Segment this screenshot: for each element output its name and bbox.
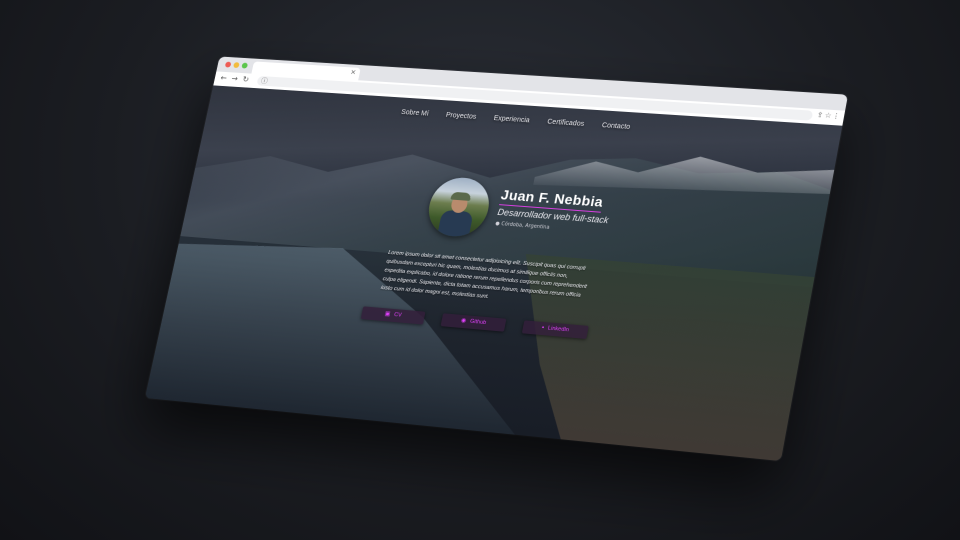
stage: × ← → ↻ ⓘ ⇪ ☆ ⋮ Sobre Mí Proyectos Exper… bbox=[0, 0, 960, 540]
linkedin-icon: ▪ bbox=[541, 324, 545, 332]
nav-item-proyectos[interactable]: Proyectos bbox=[445, 112, 477, 121]
minimize-window-button[interactable] bbox=[233, 62, 240, 69]
nav-item-contacto[interactable]: Contacto bbox=[601, 122, 630, 131]
tab-close-icon[interactable]: × bbox=[350, 68, 357, 76]
browser-window: × ← → ↻ ⓘ ⇪ ☆ ⋮ Sobre Mí Proyectos Exper… bbox=[144, 56, 849, 462]
maximize-window-button[interactable] bbox=[241, 62, 249, 69]
forward-arrow-icon[interactable]: → bbox=[231, 74, 239, 83]
nav-item-experiencia[interactable]: Experiencia bbox=[493, 115, 530, 124]
github-button[interactable]: ◉ Github bbox=[440, 313, 507, 332]
reload-icon[interactable]: ↻ bbox=[242, 75, 250, 84]
share-icon[interactable]: ⇪ bbox=[816, 111, 824, 119]
location-pin-icon: ● bbox=[494, 220, 501, 227]
back-arrow-icon[interactable]: ← bbox=[220, 74, 228, 83]
github-icon: ◉ bbox=[460, 317, 467, 325]
site-info-icon[interactable]: ⓘ bbox=[260, 76, 269, 86]
nav-item-certificados[interactable]: Certificados bbox=[547, 119, 585, 128]
menu-icon[interactable]: ⋮ bbox=[832, 112, 841, 120]
briefcase-icon: ▣ bbox=[384, 311, 391, 318]
close-window-button[interactable] bbox=[224, 61, 232, 68]
nav-item-sobre-mi[interactable]: Sobre Mí bbox=[401, 109, 430, 117]
page-content: Sobre Mí Proyectos Experiencia Certifica… bbox=[144, 85, 843, 462]
